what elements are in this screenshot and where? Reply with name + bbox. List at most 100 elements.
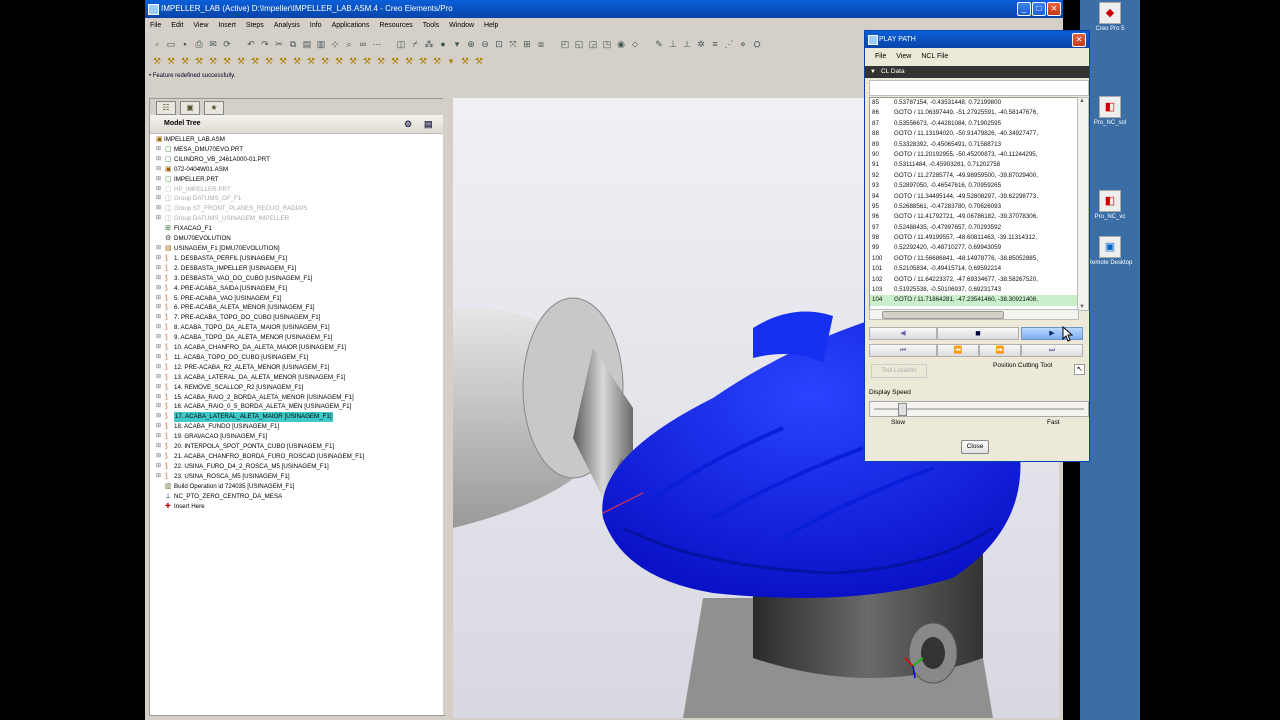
expand-icon[interactable]: ⊞ <box>156 294 162 304</box>
sequence-icon[interactable]: ⚒ <box>459 55 471 67</box>
expand-icon[interactable]: ⊞ <box>156 185 162 195</box>
menu-steps[interactable]: Steps <box>241 18 269 34</box>
close-button[interactable]: ✕ <box>1047 2 1061 16</box>
tree-item[interactable]: ⊞ ⟆ 16. ACABA_RAIO_0_5_BORDA_ALETA_MEN [US… <box>150 402 444 412</box>
swarf-icon[interactable]: ⚒ <box>403 55 415 67</box>
cl-line[interactable]: 101 0.52105834, -0.49415714, 0.69592214 <box>870 264 1078 274</box>
menu-view[interactable]: View <box>188 18 213 34</box>
desktop-icon-creo[interactable]: ◆ Creo Pro 5 <box>1082 2 1138 32</box>
select-arrow-icon[interactable]: ↖ <box>1074 364 1085 375</box>
axis-display-icon[interactable]: ⊥ <box>667 38 679 50</box>
rewind-to-start-button[interactable]: ⏮ <box>869 344 937 357</box>
cl-line[interactable]: 90 GOTO / 11.20192955, -50.45200873, -40.… <box>870 150 1078 160</box>
tab-favorites[interactable]: ★ <box>204 101 224 115</box>
tree-item[interactable]: ⊞ ⟆ 22. USINA_FURO_D4_2_ROSCA_M5 [USINAGEM… <box>150 462 444 472</box>
boring-icon[interactable]: ⚒ <box>347 55 359 67</box>
expand-icon[interactable]: ⊞ <box>156 472 162 482</box>
play-path-icon[interactable]: ⚒ <box>473 55 485 67</box>
tree-show-icon[interactable]: ▤ <box>424 118 433 130</box>
annotation-icon[interactable]: ≡ <box>709 38 721 50</box>
expand-icon[interactable]: ⊞ <box>156 363 162 373</box>
tree-item-selected[interactable]: ⊞ ⟆ 17. ACABA_LATERAL_ALETA_MAIOR [USINAGE… <box>150 412 444 423</box>
cl-line[interactable]: 102 GOTO / 11.64223372, -47.69334677, -38… <box>870 275 1078 285</box>
tree-item[interactable]: ⊞ ⟆ 7. PRE-ACABA_TOPO_DO_CUBO [USINAGEM_F1… <box>150 313 444 323</box>
tapping-icon[interactable]: ⚒ <box>333 55 345 67</box>
tree-item[interactable]: ⊞ ⟆ 4. PRE-ACABA_SAIDA [USINAGEM_F1] <box>150 284 444 294</box>
zoom-in-icon[interactable]: ⊕ <box>465 38 477 50</box>
expand-icon[interactable]: ⊞ <box>156 343 162 353</box>
tree-item[interactable]: ⊞ ⟆ 9. ACABA_TOPO_DA_ALETA_MENOR [USINAGEM… <box>150 333 444 343</box>
forward-to-end-button[interactable]: ⏭ <box>1021 344 1083 357</box>
expand-icon[interactable]: ⊞ <box>156 284 162 294</box>
five-axis-icon[interactable]: ⚒ <box>389 55 401 67</box>
cl-data-horizontal-scrollbar[interactable] <box>869 309 1079 320</box>
desktop-icon-pro-nc-sol[interactable]: ◧ Pro_NC_sol <box>1082 96 1138 126</box>
cutline-milling-icon[interactable]: ⚒ <box>375 55 387 67</box>
regenerate-icon[interactable]: ⟳ <box>221 38 233 50</box>
tree-item[interactable]: ⊞ ⟆ 14. REMOVE_SCALLOP_R2 [USINAGEM_F1] <box>150 383 444 393</box>
tree-item[interactable]: ⊞ ⟆ 12. PRE-ACABA_R2_ALETA_MENOR [USINAGEM… <box>150 363 444 373</box>
cl-line[interactable]: 86 GOTO / 11.06397449, -51.27925591, -40.… <box>870 108 1078 118</box>
new-icon[interactable]: ▫ <box>151 38 163 50</box>
shaded-icon[interactable]: ◳ <box>601 38 613 50</box>
paste-special-icon[interactable]: ▥ <box>315 38 327 50</box>
tree-item[interactable]: ▥ Build Operation id 724035 [USINAGEM_F1] <box>150 482 444 492</box>
menu-file[interactable]: File <box>145 18 166 34</box>
menu-tools[interactable]: Tools <box>418 18 444 34</box>
find-icon[interactable]: ⌕ <box>343 38 355 50</box>
slider-knob[interactable] <box>898 403 908 416</box>
expand-icon[interactable]: ⊞ <box>156 145 162 155</box>
cl-line[interactable]: 87 0.53556673, -0.44281084, 0.71902595 <box>870 119 1078 129</box>
expand-icon[interactable]: ⊞ <box>156 462 162 472</box>
save-icon[interactable]: ▪ <box>179 38 191 50</box>
thread-milling-icon[interactable]: ⚒ <box>305 55 317 67</box>
datum-point-icon[interactable]: ⁂ <box>423 38 435 50</box>
no-hidden-icon[interactable]: ◲ <box>587 38 599 50</box>
tree-item[interactable]: ⊞ ⟆ 3. DESBASTA_VAO_DO_CUBO [USINAGEM_F1] <box>150 274 444 284</box>
step-backward-button[interactable]: ⏪ <box>937 344 979 357</box>
menu-window[interactable]: Window <box>444 18 479 34</box>
menu-info[interactable]: Info <box>305 18 327 34</box>
filter-icon[interactable]: ⋯ <box>371 38 383 50</box>
expand-icon[interactable]: ⊞ <box>156 274 162 284</box>
expand-icon[interactable]: ⊞ <box>156 303 162 313</box>
face-milling-icon[interactable]: ⚒ <box>193 55 205 67</box>
finishing-icon[interactable]: ⚒ <box>221 55 233 67</box>
copy-icon[interactable]: ⧉ <box>287 38 299 50</box>
menu-analysis[interactable]: Analysis <box>269 18 305 34</box>
cl-line[interactable]: 97 0.52488435, -0.47997657, 0.70293592 <box>870 223 1078 233</box>
expand-icon[interactable]: ⊞ <box>156 155 162 165</box>
expand-icon[interactable]: ⊞ <box>156 402 162 412</box>
cl-line[interactable]: 100 GOTO / 11.56686841, -48.14978776, -38… <box>870 254 1078 264</box>
print-icon[interactable]: ⎙ <box>193 38 205 50</box>
tree-item[interactable]: ⊞ ▣ 072-0404W01.ASM <box>150 165 444 175</box>
redo-icon[interactable]: ↷ <box>259 38 271 50</box>
cl-line[interactable]: 103 0.51925538, -0.50106937, 0.69231743 <box>870 285 1078 295</box>
zoom-out-icon[interactable]: ⊖ <box>479 38 491 50</box>
tree-item[interactable]: ⊞ FIXACAO_F1 <box>150 224 444 234</box>
expand-icon[interactable]: ⊞ <box>156 175 162 185</box>
stop-button[interactable]: ■ <box>937 327 1019 340</box>
cl-line[interactable]: 99 0.52292420, -0.48710277, 0.69943059 <box>870 243 1078 253</box>
cl-data-list[interactable]: 85 0.53787154, -0.43531448, 0.72199800 86 G… <box>869 97 1079 311</box>
cl-line-current[interactable]: 104 GOTO / 11.71864281, -47.23541460, -38… <box>870 295 1078 306</box>
binoculars-icon[interactable]: ∞ <box>357 38 369 50</box>
play-reverse-button[interactable]: ◀ <box>869 327 937 340</box>
pp-menu-ncl-file[interactable]: NCL File <box>911 49 952 64</box>
menu-resources[interactable]: Resources <box>374 18 417 34</box>
tree-item[interactable]: ⊞ ◫ Group DATUMS_USINAGEM_IMPELLER <box>150 214 444 224</box>
paste-icon[interactable]: ▤ <box>301 38 313 50</box>
tree-item[interactable]: ⊞ ◫ Group DATUMS_OF_F1 <box>150 194 444 204</box>
open-icon[interactable]: ▭ <box>165 38 177 50</box>
tree-item[interactable]: ⊞ ▢ HP_IMPELLER.PRT <box>150 185 444 195</box>
mfg-icon[interactable]: ⛭ <box>751 38 763 50</box>
expand-icon[interactable]: ⊞ <box>156 165 162 175</box>
measure-icon[interactable]: ⋄ <box>737 38 749 50</box>
wireframe-icon[interactable]: ◰ <box>559 38 571 50</box>
expand-icon[interactable]: ⊞ <box>156 432 162 442</box>
tree-settings-icon[interactable]: ⚙ <box>404 118 412 130</box>
expand-icon[interactable]: ⊞ <box>156 353 162 363</box>
desktop-icon-pro-nc-vc[interactable]: ◧ Pro_NC_vc <box>1082 190 1138 220</box>
tree-item[interactable]: ⊞ ⟆ 20. INTERPOLA_SPOT_PONTA_CUBO [USINAGE… <box>150 442 444 452</box>
minimize-button[interactable]: _ <box>1017 2 1031 16</box>
